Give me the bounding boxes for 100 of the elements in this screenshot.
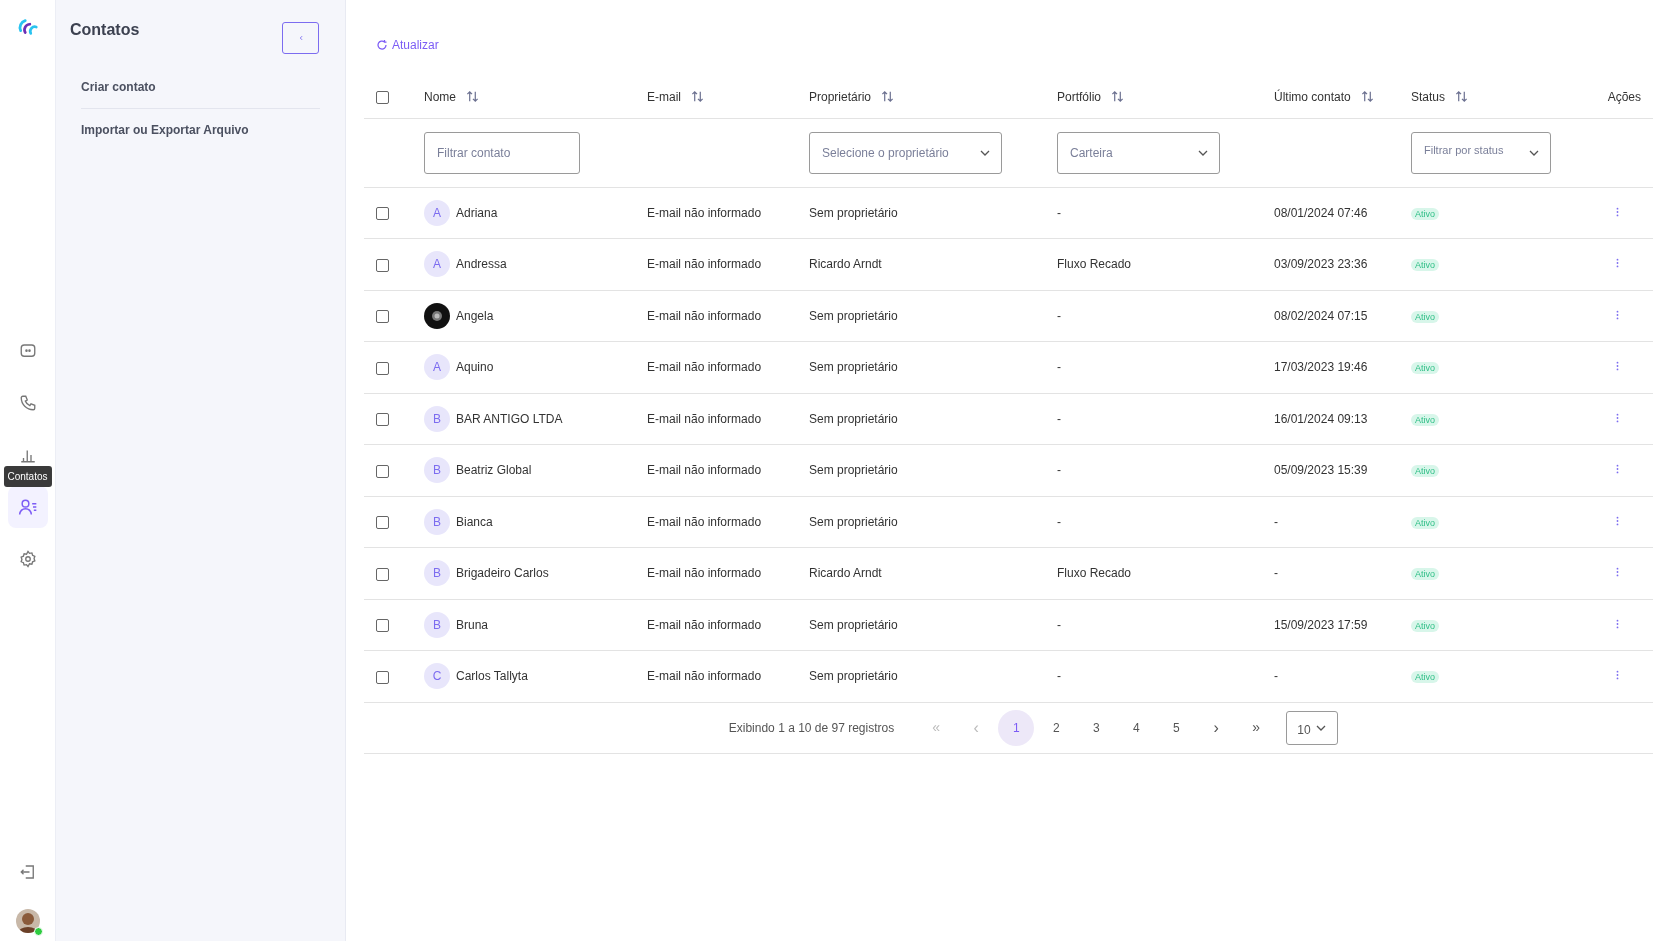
sort-icon	[1111, 90, 1125, 104]
checkbox[interactable]	[376, 413, 389, 427]
filter-input[interactable]: Filtrar contato	[424, 131, 580, 174]
page-size-dropdown[interactable]: 10	[1286, 710, 1339, 745]
column-header: E-mail	[647, 88, 681, 106]
checkbox[interactable]	[376, 91, 389, 105]
checkbox[interactable]	[376, 258, 389, 272]
more-actions-button[interactable]	[1616, 670, 1619, 681]
more-actions-button[interactable]	[1616, 464, 1619, 475]
checkbox[interactable]	[376, 464, 389, 478]
logout-icon	[18, 863, 37, 881]
sort-button[interactable]	[881, 90, 895, 104]
panel-menu-item[interactable]: Criar contato	[81, 80, 156, 94]
sort-icon	[466, 90, 479, 104]
more-vertical-icon	[1616, 567, 1619, 578]
pagination-summary: Exibindo 1 a 10 de 97 registros	[728, 719, 895, 737]
filter-dropdown[interactable]: Carteira	[1057, 131, 1220, 174]
contact-name: Aquino	[456, 359, 494, 377]
column-header: Ações	[1607, 88, 1641, 106]
contact-name: BAR ANTIGO LTDA	[456, 410, 563, 428]
page-button[interactable]: 2	[1038, 709, 1075, 746]
table-cell: Sem proprietário	[809, 463, 898, 478]
status-badge: Ativo	[1411, 310, 1439, 323]
sort-button[interactable]	[1455, 90, 1469, 104]
more-vertical-icon	[1616, 618, 1619, 629]
checkbox[interactable]	[376, 516, 389, 530]
checkbox[interactable]	[376, 567, 389, 581]
table-cell: -	[1057, 514, 1061, 529]
contacts-icon	[17, 497, 38, 517]
sort-icon	[691, 90, 704, 104]
table-cell: E-mail não informado	[647, 514, 762, 529]
more-actions-button[interactable]	[1616, 515, 1619, 526]
table-cell: -	[1274, 514, 1278, 529]
more-actions-button[interactable]	[1616, 618, 1619, 629]
table-cell: Ricardo Arndt	[809, 566, 882, 581]
contact-name: Angela	[456, 307, 494, 325]
next-page-button[interactable]: ›	[1198, 709, 1235, 746]
filter-dropdown[interactable]: Filtrar por status	[1411, 131, 1551, 174]
table-cell: E-mail não informado	[647, 669, 762, 684]
contact-name: Andressa	[456, 256, 507, 274]
table-cell: Sem proprietário	[809, 617, 898, 632]
table-cell: E-mail não informado	[647, 463, 762, 478]
table-cell: 05/09/2023 15:39	[1274, 463, 1368, 478]
chevron-left-icon	[297, 34, 304, 42]
collapse-button[interactable]	[282, 22, 319, 54]
phone-icon	[18, 394, 37, 412]
more-actions-button[interactable]	[1616, 258, 1619, 269]
table-cell: E-mail não informado	[647, 360, 762, 375]
column-header: Status	[1411, 88, 1446, 106]
contact-name: Bianca	[456, 513, 493, 531]
sort-button[interactable]	[1111, 90, 1125, 104]
nav-button[interactable]	[7, 486, 48, 528]
page-button[interactable]: 5	[1158, 709, 1195, 746]
table-cell: 08/02/2024 07:15	[1274, 308, 1368, 323]
table-cell: E-mail não informado	[647, 411, 762, 426]
table-cell: -	[1057, 360, 1061, 375]
more-actions-button[interactable]	[1616, 309, 1619, 320]
status-badge: Ativo	[1411, 516, 1439, 529]
checkbox[interactable]	[376, 361, 389, 375]
more-actions-button[interactable]	[1616, 567, 1619, 578]
sort-button[interactable]	[466, 90, 479, 104]
sort-icon	[881, 90, 895, 104]
checkbox[interactable]	[376, 310, 389, 324]
user-avatar-icon	[15, 909, 40, 933]
table-cell: 03/09/2023 23:36	[1274, 257, 1368, 272]
more-vertical-icon	[1616, 206, 1619, 217]
refresh-icon	[376, 39, 388, 51]
sort-button[interactable]	[691, 90, 704, 104]
more-vertical-icon	[1616, 515, 1619, 526]
logout-button[interactable]	[18, 863, 37, 881]
sort-button[interactable]	[1360, 90, 1374, 104]
refresh-link[interactable]: Atualizar	[376, 36, 439, 54]
table-cell: 16/01/2024 09:13	[1274, 411, 1368, 426]
settings-icon	[18, 550, 37, 568]
checkbox[interactable]	[376, 619, 389, 633]
status-badge: Ativo	[1411, 259, 1439, 272]
contact-name: Adriana	[456, 204, 498, 222]
page-button[interactable]: 1	[998, 709, 1035, 746]
more-actions-button[interactable]	[1616, 361, 1619, 372]
table-cell: Sem proprietário	[809, 669, 898, 684]
filter-dropdown[interactable]: Selecione o proprietário	[809, 131, 1002, 174]
checkbox[interactable]	[376, 670, 389, 684]
table-cell: Fluxo Recado	[1057, 566, 1132, 581]
table-cell: Fluxo Recado	[1057, 257, 1132, 272]
last-page-button[interactable]: »	[1238, 709, 1275, 746]
table-cell: Ricardo Arndt	[809, 257, 882, 272]
page-button[interactable]: 3	[1078, 709, 1115, 746]
table-cell: 15/09/2023 17:59	[1274, 617, 1368, 632]
checkbox[interactable]	[376, 207, 389, 221]
status-badge: Ativo	[1411, 362, 1439, 375]
status-badge: Ativo	[1411, 207, 1439, 220]
more-vertical-icon	[1616, 258, 1619, 269]
table-cell: E-mail não informado	[647, 617, 762, 632]
page-button[interactable]: 4	[1118, 709, 1155, 746]
more-actions-button[interactable]	[1616, 206, 1619, 217]
panel-menu-item[interactable]: Importar ou Exportar Arquivo	[81, 123, 249, 137]
more-vertical-icon	[1616, 464, 1619, 475]
sort-icon	[1360, 90, 1374, 104]
table-cell: -	[1057, 669, 1061, 684]
more-actions-button[interactable]	[1616, 412, 1619, 423]
